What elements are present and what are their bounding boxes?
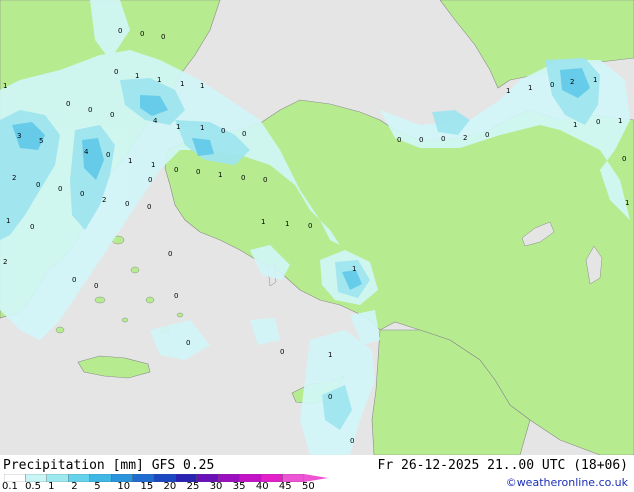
colorbar-tick-label: 10: [117, 481, 131, 492]
precip-value-label: 0: [30, 223, 34, 231]
precip-value-label: 0: [196, 168, 200, 176]
colorbar-tick-label: 40: [255, 481, 269, 492]
colorbar-tick-label: 20: [163, 481, 177, 492]
precip-value-label: 1: [3, 82, 7, 90]
precip-value-label: 0: [140, 30, 144, 38]
valid-time: Fr 26-12-2025 21..00 UTC (18+06): [377, 458, 628, 473]
precip-value-label: 0: [114, 68, 118, 76]
colorbar-tick-label: 45: [278, 481, 292, 492]
precip-value-label: 1: [285, 220, 289, 228]
colorbar-tick-label: 0.1: [2, 481, 18, 492]
precip-value-label: 0: [308, 222, 312, 230]
precip-value-label: 0: [106, 151, 110, 159]
precip-value-label: 1: [6, 217, 10, 225]
precip-value-label: 5: [39, 137, 43, 145]
precip-value-label: 0: [72, 276, 76, 284]
precip-value-label: 0: [174, 292, 178, 300]
precip-value-label: 0: [88, 106, 92, 114]
precip-value-label: 3: [17, 132, 21, 140]
precip-value-label: 1: [593, 76, 597, 84]
precip-value-label: 2: [3, 258, 7, 266]
precip-value-label: 1: [176, 123, 180, 131]
precip-value-label: 1: [200, 124, 204, 132]
precip-value-label: 0: [419, 136, 423, 144]
precip-value-label: 4: [153, 117, 158, 125]
precip-value-label: 0: [622, 155, 626, 163]
precip-value-label: 2: [570, 78, 574, 86]
colorbar-tick-label: 25: [186, 481, 200, 492]
precip-value-label: 1: [128, 157, 132, 165]
precip-value-label: 0: [441, 135, 445, 143]
colorbar-tick-label: 2: [71, 481, 78, 492]
precip-value-label: 0: [110, 111, 114, 119]
precip-value-label: 0: [125, 200, 129, 208]
precip-value-label: 1: [352, 265, 356, 273]
precip-value-label: 1: [573, 121, 577, 129]
precip-value-label: 0: [80, 190, 84, 198]
precip-value-label: 1: [157, 76, 161, 84]
colorbar-tick-label: 5: [94, 481, 101, 492]
precip-value-label: 2: [463, 134, 467, 142]
precip-value-label: 0: [280, 348, 284, 356]
precip-value-label: 0: [58, 185, 62, 193]
precip-value-label: 1: [261, 218, 265, 226]
precip-value-label: 1: [200, 82, 204, 90]
precip-value-label: 1: [618, 117, 622, 125]
precip-value-label: 0: [328, 393, 332, 401]
precip-value-label: 0: [221, 127, 225, 135]
colorbar-tick-label: 15: [140, 481, 154, 492]
precip-value-label: 0: [161, 33, 165, 41]
precip-value-label: 0: [147, 203, 151, 211]
precip-value-label: 0: [241, 174, 245, 182]
precip-value-label: 1: [151, 161, 155, 169]
colorbar-tick-label: 50: [302, 481, 315, 492]
precip-value-label: 1: [506, 87, 510, 95]
precip-value-label: 2: [12, 174, 16, 182]
colorbar-tick-label: 0.5: [25, 481, 41, 492]
precip-value-label: 0: [550, 81, 554, 89]
precip-value-label: 0: [168, 250, 172, 258]
credit-link[interactable]: ©weatheronline.co.uk: [506, 476, 628, 489]
precip-value-label: 0: [94, 282, 98, 290]
precip-value-label: 0: [186, 339, 190, 347]
precip-value-label: 0: [350, 437, 354, 445]
precip-value-label: 1: [328, 351, 332, 359]
precip-value-label: 2: [102, 196, 106, 204]
precip-value-label: 0: [596, 118, 600, 126]
precip-value-label: 0: [263, 176, 267, 184]
precip-value-label: 0: [397, 136, 401, 144]
colorbar-tick-label: 35: [232, 481, 246, 492]
precip-value-label: 4: [84, 148, 89, 156]
precip-value-label: 1: [528, 84, 532, 92]
precip-value-label: 1: [625, 199, 629, 207]
precip-value-label: 1: [135, 72, 139, 80]
colorbar-tick-label: 30: [209, 481, 223, 492]
precip-value-label: 0: [118, 27, 122, 35]
precip-value-label: 0: [148, 176, 152, 184]
precip-value-label: 1: [180, 80, 184, 88]
precip-value-label: 0: [242, 130, 246, 138]
precip-value-label: 0: [36, 181, 40, 189]
map-title: Precipitation [mm] GFS 0.25: [3, 458, 215, 473]
precipitation-map: 0 0 0 0 1 1 1 1 1 0 0 0 4 1 1 0 0 3 5 4 0 1 1 0 0 1 0 0 0 2 0 0 0 2 0 0 1 0 1 1…: [0, 0, 634, 455]
precip-value-label: 0: [174, 166, 178, 174]
precip-value-label: 1: [218, 171, 222, 179]
colorbar-tick-label: 1: [48, 481, 55, 492]
precip-value-label: 0: [485, 131, 489, 139]
precip-value-label: 0: [66, 100, 70, 108]
